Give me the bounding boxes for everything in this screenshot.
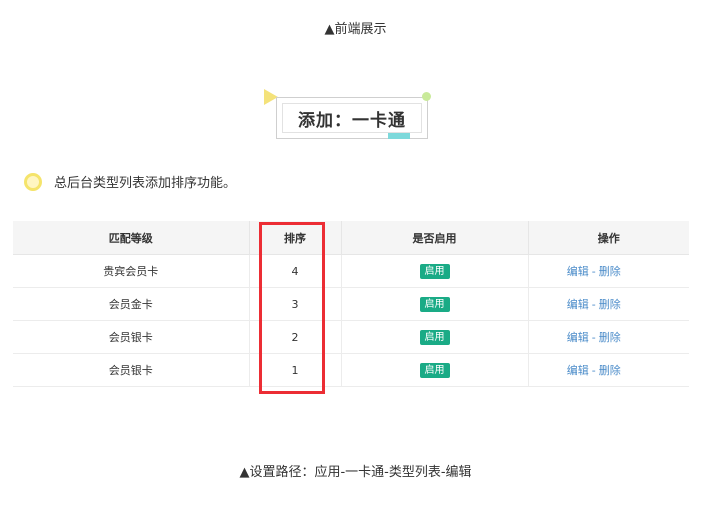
actions-cell: 编辑 - 删除 bbox=[528, 254, 689, 288]
bar-decoration-icon bbox=[388, 133, 410, 139]
section-title-frame: 添加：一卡通 bbox=[264, 89, 431, 139]
edit-link[interactable]: 编辑 bbox=[567, 298, 589, 311]
actions-cell: 编辑 - 删除 bbox=[528, 353, 689, 387]
edit-link[interactable]: 编辑 bbox=[567, 364, 589, 377]
actions-cell: 编辑 - 删除 bbox=[528, 320, 689, 354]
actions-cell: 编辑 - 删除 bbox=[528, 287, 689, 321]
status-badge[interactable]: 启用 bbox=[419, 329, 450, 345]
action-separator: - bbox=[591, 265, 596, 278]
level-cell: 会员银卡 bbox=[13, 353, 250, 387]
level-cell: 会员银卡 bbox=[13, 320, 250, 354]
action-separator: - bbox=[591, 298, 596, 311]
caption-bottom: ▲设置路径：应用-一卡通-类型列表-编辑 bbox=[239, 465, 472, 480]
edit-link[interactable]: 编辑 bbox=[567, 331, 589, 344]
edit-link[interactable]: 编辑 bbox=[567, 265, 589, 278]
caption-top: ▲前端展示 bbox=[324, 22, 387, 37]
table-row: 会员银卡 1 启用 编辑 - 删除 bbox=[13, 353, 689, 387]
feature-note-text: 总后台类型列表添加排序功能。 bbox=[54, 176, 237, 191]
status-badge[interactable]: 启用 bbox=[419, 362, 450, 378]
status-cell: 启用 bbox=[341, 320, 529, 354]
column-header-level: 匹配等级 bbox=[13, 221, 250, 255]
status-cell: 启用 bbox=[341, 254, 529, 288]
section-title: 添加：一卡通 bbox=[298, 110, 406, 131]
delete-link[interactable]: 删除 bbox=[599, 265, 621, 278]
column-header-actions: 操作 bbox=[528, 221, 689, 255]
dot-decoration-icon bbox=[422, 92, 431, 101]
feature-note: 总后台类型列表添加排序功能。 bbox=[24, 172, 236, 191]
sort-column-highlight-box bbox=[259, 222, 325, 394]
table-row: 贵宾会员卡 4 启用 编辑 - 删除 bbox=[13, 254, 689, 288]
level-cell: 贵宾会员卡 bbox=[13, 254, 250, 288]
status-badge[interactable]: 启用 bbox=[419, 263, 450, 279]
table-row: 会员银卡 2 启用 编辑 - 删除 bbox=[13, 320, 689, 354]
status-cell: 启用 bbox=[341, 353, 529, 387]
table-header-row: 匹配等级 排序 是否启用 操作 bbox=[13, 221, 689, 255]
level-cell: 会员金卡 bbox=[13, 287, 250, 321]
action-separator: - bbox=[591, 364, 596, 377]
table-row: 会员金卡 3 启用 编辑 - 删除 bbox=[13, 287, 689, 321]
status-badge[interactable]: 启用 bbox=[419, 296, 450, 312]
delete-link[interactable]: 删除 bbox=[599, 331, 621, 344]
column-header-status: 是否启用 bbox=[341, 221, 529, 255]
bullet-circle-icon bbox=[24, 172, 42, 191]
action-separator: - bbox=[591, 331, 596, 344]
status-cell: 启用 bbox=[341, 287, 529, 321]
delete-link[interactable]: 删除 bbox=[599, 364, 621, 377]
delete-link[interactable]: 删除 bbox=[599, 298, 621, 311]
card-type-table: 匹配等级 排序 是否启用 操作 贵宾会员卡 4 启用 编辑 - 删除 会员金卡 3 … bbox=[13, 221, 689, 387]
